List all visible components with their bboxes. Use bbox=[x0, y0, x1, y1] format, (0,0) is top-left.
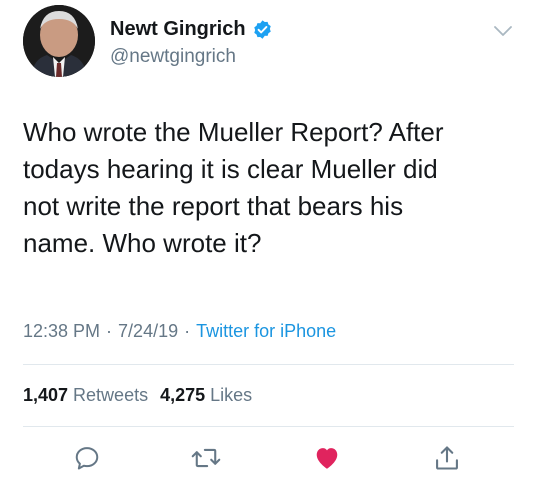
likes-count[interactable]: 4,275 bbox=[160, 385, 205, 406]
tweet-text-line: name. Who wrote it? bbox=[23, 228, 262, 258]
verified-badge-icon bbox=[252, 19, 273, 40]
chevron-down-icon[interactable] bbox=[493, 24, 513, 38]
author-name-row: Newt Gingrich bbox=[110, 18, 273, 41]
tweet-text-line: todays hearing it is clear Mueller did bbox=[23, 154, 438, 184]
retweet-icon bbox=[191, 448, 221, 468]
meta-separator: · bbox=[106, 321, 113, 341]
tweet-stats: 1,407 Retweets 4,275 Likes bbox=[23, 385, 264, 406]
tweet-text-line: not write the report that bears his bbox=[23, 191, 404, 221]
divider bbox=[23, 426, 514, 427]
meta-separator: · bbox=[184, 321, 191, 341]
divider bbox=[23, 364, 514, 365]
like-button[interactable] bbox=[312, 443, 342, 473]
share-button[interactable] bbox=[432, 443, 462, 473]
reply-icon bbox=[75, 447, 99, 470]
likes-label[interactable]: Likes bbox=[210, 385, 252, 406]
heart-icon bbox=[316, 448, 338, 469]
retweets-label[interactable]: Retweets bbox=[73, 385, 148, 406]
retweet-button[interactable] bbox=[191, 443, 221, 473]
share-icon bbox=[436, 446, 458, 470]
tweet-text: Who wrote the Mueller Report? After toda… bbox=[23, 114, 513, 262]
tweet-source-link[interactable]: Twitter for iPhone bbox=[196, 321, 336, 342]
reply-button[interactable] bbox=[72, 443, 102, 473]
tweet-metadata: 12:38 PM · 7/24/19 · Twitter for iPhone bbox=[23, 321, 336, 342]
tweet-text-line: Who wrote the Mueller Report? After bbox=[23, 117, 444, 147]
avatar[interactable] bbox=[23, 5, 95, 77]
tweet-time[interactable]: 12:38 PM bbox=[23, 321, 100, 342]
tweet-date[interactable]: 7/24/19 bbox=[118, 321, 178, 342]
author-name[interactable]: Newt Gingrich bbox=[110, 18, 246, 41]
author-handle[interactable]: @newtgingrich bbox=[110, 46, 236, 68]
retweets-count[interactable]: 1,407 bbox=[23, 385, 68, 406]
profile-photo bbox=[23, 5, 95, 77]
